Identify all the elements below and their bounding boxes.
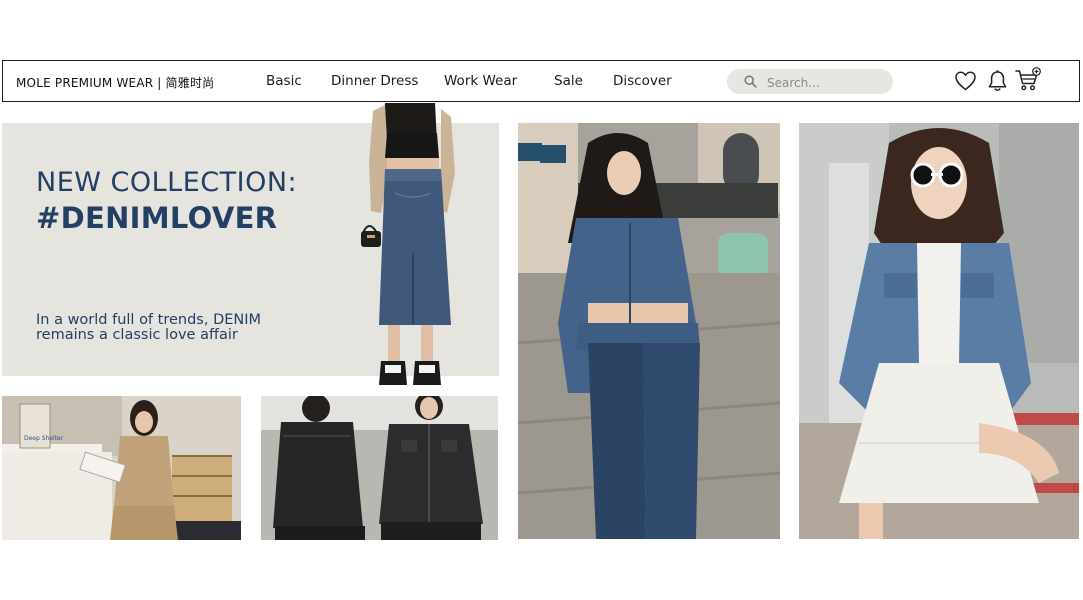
hero-title: NEW COLLECTION: <box>36 167 298 198</box>
hero-model-image <box>361 103 455 385</box>
photo-denim-jumpsuit[interactable] <box>518 123 780 539</box>
brand-logo[interactable]: MOLE PREMIUM WEAR | 简雅时尚 <box>16 74 214 91</box>
bell-icon[interactable] <box>987 69 1008 93</box>
nav-basic[interactable]: Basic <box>266 73 302 89</box>
top-navbar: MOLE PREMIUM WEAR | 简雅时尚 Basic Dinner Dr… <box>2 60 1080 102</box>
hero-hashtag: #DENIMLOVER <box>36 201 278 235</box>
search-input[interactable] <box>765 72 887 93</box>
nav-sale[interactable]: Sale <box>554 73 583 89</box>
search-icon <box>744 75 757 88</box>
heart-icon[interactable] <box>953 69 978 93</box>
nav-discover[interactable]: Discover <box>613 73 672 89</box>
cart-add-icon[interactable] <box>1014 67 1042 93</box>
hero-subtitle: In a world full of trends, DENIM remains… <box>36 312 262 343</box>
search-bar[interactable] <box>727 69 893 94</box>
bookstore-sign: Deep Shelter <box>24 435 64 442</box>
photo-denim-jacket-white-dress[interactable] <box>799 123 1079 539</box>
nav-dinner-dress[interactable]: Dinner Dress <box>331 73 418 89</box>
photo-beige-set[interactable]: Deep Shelter <box>2 396 241 540</box>
photo-black-denim-jackets[interactable] <box>261 396 498 540</box>
nav-work-wear[interactable]: Work Wear <box>444 73 517 89</box>
